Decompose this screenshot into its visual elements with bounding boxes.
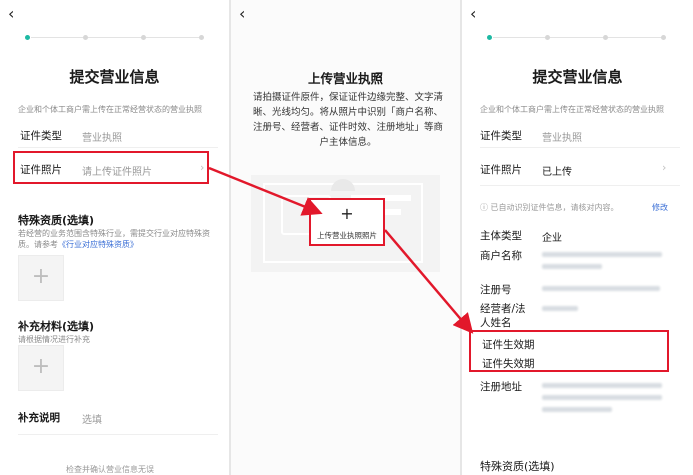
panel-business-info-filled: ‹ 提交营业信息 企业和个体工商户需上传在正常经营状态的营业执照 证件类型 营业… (462, 0, 693, 475)
back-icon[interactable]: ‹ (470, 4, 476, 23)
plus-icon: + (340, 204, 354, 223)
edit-link[interactable]: 修改 (652, 202, 668, 213)
cert-photo-label: 证件照片 (480, 164, 522, 176)
highlight-validity-period (469, 330, 669, 372)
subject-type-label: 主体类型 (480, 230, 522, 242)
panel-submit-business-info: ‹ 提交营业信息 企业和个体工商户需上传在正常经营状态的营业执照 证件类型 营业… (0, 0, 229, 475)
supplement-desc: 请根据情况进行补充 (18, 335, 90, 344)
special-qualification-title: 特殊资质(选填) (480, 460, 555, 473)
progress-steps (487, 35, 667, 41)
add-supplement-button[interactable]: + (18, 345, 64, 391)
page-title: 提交营业信息 (69, 68, 160, 86)
operator-label-2: 人姓名 (480, 317, 512, 329)
bottom-hint: 检查并确认营业信息无误 (66, 465, 154, 474)
page-subtitle: 企业和个体工商户需上传在正常经营状态的营业执照 (480, 105, 664, 114)
chevron-right-icon[interactable]: › (662, 161, 666, 174)
special-qualification-title: 特殊资质(选填) (18, 214, 95, 227)
back-icon[interactable]: ‹ (8, 4, 14, 23)
add-special-qualification-button[interactable]: + (18, 255, 64, 301)
special-qualification-desc: 若经营的业务范围含特殊行业，需提交行业对应特殊资质。请参考《行业对应特殊资质》 (18, 229, 210, 249)
cert-type-value[interactable]: 营业执照 (82, 129, 122, 144)
auto-recognized-notice: ⓘ 已自动识别证件信息，请核对内容。 (480, 203, 619, 212)
industry-qualification-link[interactable]: 《行业对应特殊资质》 (58, 240, 138, 249)
note-input[interactable]: 选填 (82, 411, 102, 426)
upload-title: 上传营业执照 (307, 71, 383, 86)
cert-type-value[interactable]: 营业执照 (542, 129, 582, 144)
reg-no-label: 注册号 (480, 284, 512, 296)
back-icon[interactable]: ‹ (239, 4, 245, 23)
upload-instructions: 请拍摄证件原件，保证证件边缘完整、文字清晰、光线均匀。将从照片中识别「商户名称、… (253, 92, 444, 148)
merchant-name-blurred (542, 264, 602, 269)
reg-no-blurred (542, 286, 660, 291)
supplement-title: 补充材料(选填) (18, 320, 95, 333)
reg-address-blurred (542, 395, 662, 400)
subject-type-value: 企业 (542, 233, 562, 244)
upload-license-label: 上传营业执照照片 (317, 231, 377, 240)
highlight-cert-photo (13, 151, 209, 184)
merchant-name-blurred (542, 252, 662, 257)
reg-address-blurred (542, 407, 612, 412)
operator-blurred (542, 306, 578, 311)
page-subtitle: 企业和个体工商户需上传在正常经营状态的营业执照 (18, 105, 202, 114)
panel-upload-license: ‹ 上传营业执照 请拍摄证件原件，保证证件边缘完整、文字清晰、光线均匀。将从照片… (231, 0, 460, 475)
cert-photo-status[interactable]: 已上传 (542, 163, 572, 178)
operator-label: 经营者/法 (480, 303, 526, 315)
merchant-name-label: 商户名称 (480, 250, 522, 262)
note-label: 补充说明 (18, 412, 60, 424)
page-title: 提交营业信息 (532, 68, 623, 86)
progress-steps (25, 35, 205, 41)
reg-address-blurred (542, 383, 662, 388)
cert-type-label: 证件类型 (480, 130, 522, 142)
reg-address-label: 注册地址 (480, 381, 522, 393)
cert-type-label: 证件类型 (20, 130, 62, 142)
upload-license-button[interactable]: + 上传营业执照照片 (309, 198, 385, 246)
